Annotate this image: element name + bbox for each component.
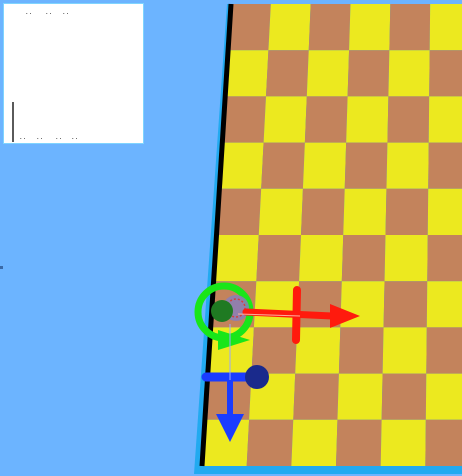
board-tile — [382, 327, 427, 374]
minimap-bottom-mark: .. — [55, 134, 63, 141]
board-tile — [346, 96, 389, 143]
board-tile — [301, 188, 345, 235]
board-tile — [291, 419, 338, 466]
gizmo-center-handle[interactable] — [211, 300, 233, 322]
board-tile — [246, 419, 294, 466]
minimap-bottom-mark: .. — [71, 134, 79, 141]
board-tile — [304, 96, 348, 143]
board-tile — [337, 373, 383, 420]
board-tile — [299, 235, 344, 282]
board-tile — [349, 4, 391, 51]
board-tile — [347, 50, 390, 97]
board-tile — [306, 50, 350, 97]
board-tile — [429, 50, 462, 97]
board-tile — [429, 4, 462, 51]
board-tile — [268, 4, 311, 51]
edge-marker — [0, 266, 3, 269]
y-axis-ball-handle[interactable] — [245, 365, 269, 389]
minimap-bottom-mark: .. — [36, 134, 44, 141]
board-tile — [426, 281, 462, 328]
board-tile — [427, 188, 462, 235]
board-tile — [383, 281, 428, 328]
minimap-bottom-mark: .. — [19, 134, 27, 141]
board-tile — [428, 142, 462, 189]
board-tile — [222, 96, 266, 143]
board-tile — [426, 327, 462, 374]
board-tile — [225, 50, 269, 97]
board-tile — [219, 142, 264, 189]
board-tile — [253, 281, 300, 328]
board-tile — [338, 327, 384, 374]
board-tile — [266, 50, 309, 97]
board-tile — [343, 188, 387, 235]
board-tile — [256, 235, 301, 282]
board-tile — [216, 188, 262, 235]
board-tile — [385, 188, 429, 235]
board-tile — [386, 142, 429, 189]
board-tile — [308, 4, 351, 51]
board-tile — [387, 96, 430, 143]
board-tile — [381, 373, 427, 420]
minimap-top-mark: .. — [62, 9, 70, 16]
board-tile — [228, 4, 271, 51]
board-tile — [344, 142, 388, 189]
board-tile — [425, 373, 462, 420]
x-axis-cross-handle[interactable] — [292, 286, 301, 344]
board-tile — [302, 142, 347, 189]
minimap-top-mark: .. — [25, 9, 33, 16]
minimap-top-mark: .. — [45, 9, 53, 16]
3d-viewport[interactable]: .. .. .. .. .. .. .. — [0, 0, 462, 476]
minimap-inset[interactable]: .. .. .. .. .. .. .. — [3, 3, 144, 144]
board-tile — [341, 235, 386, 282]
board-tile — [213, 235, 259, 282]
checkerboard-floor — [194, 3, 462, 474]
board-tile — [425, 419, 462, 466]
board-tile — [427, 235, 462, 282]
board-tile — [384, 235, 428, 282]
board-tile — [263, 96, 307, 143]
board-tile — [336, 419, 382, 466]
board-tile — [295, 327, 341, 374]
board-tile — [258, 188, 303, 235]
board-tile — [389, 4, 431, 51]
board-tile — [261, 142, 305, 189]
board-tile — [380, 419, 426, 466]
minimap-plot — [12, 102, 14, 142]
board-tile — [293, 373, 339, 420]
board-tile — [428, 96, 462, 143]
board-tile — [388, 50, 430, 97]
